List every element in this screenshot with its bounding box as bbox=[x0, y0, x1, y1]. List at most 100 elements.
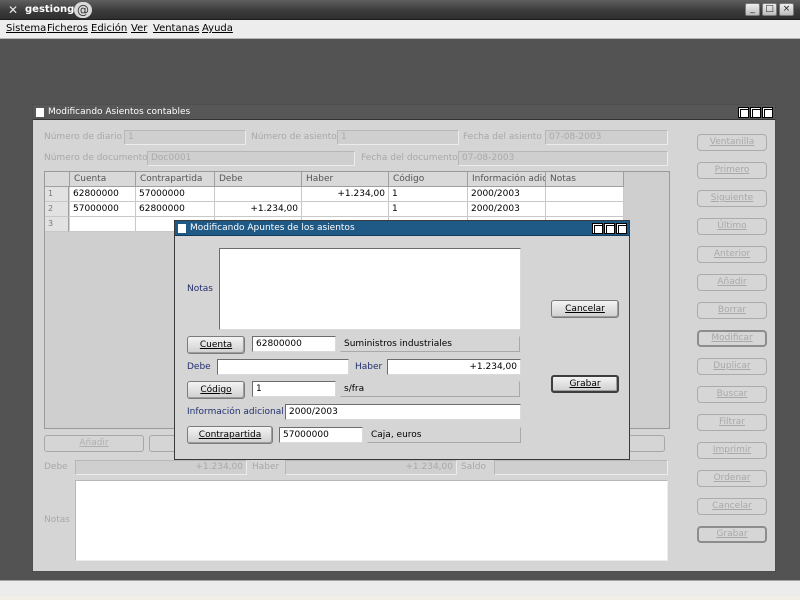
table-cell[interactable] bbox=[302, 202, 389, 217]
table-cell[interactable]: 57000000 bbox=[70, 202, 136, 217]
table-cell[interactable] bbox=[70, 217, 136, 232]
maximize-button[interactable] bbox=[604, 223, 615, 234]
menu-sistema[interactable]: Sistema bbox=[6, 23, 46, 34]
close-button[interactable] bbox=[762, 107, 773, 118]
window-icon bbox=[178, 224, 186, 233]
table-cell[interactable]: 1 bbox=[389, 187, 468, 202]
ultimo-button[interactable]: Último bbox=[697, 218, 767, 235]
haber-field[interactable]: +1.234,00 bbox=[387, 359, 521, 375]
table-cell[interactable] bbox=[546, 202, 624, 217]
buscar-button[interactable]: Buscar bbox=[697, 386, 767, 403]
table-cell[interactable]: 62800000 bbox=[70, 187, 136, 202]
app-title: gestiong bbox=[25, 4, 75, 15]
column-header[interactable]: Debe bbox=[215, 172, 302, 187]
table-cell[interactable]: +1.234,00 bbox=[302, 187, 389, 202]
numero-documento-label: Número de documento bbox=[44, 153, 148, 163]
column-header[interactable]: Haber bbox=[302, 172, 389, 187]
fecha-asiento-field[interactable]: 07-08-2003 bbox=[545, 130, 668, 145]
menu-ventanas[interactable]: Ventanas bbox=[153, 23, 199, 34]
table-cell[interactable]: 2000/2003 bbox=[468, 187, 546, 202]
notas-textarea[interactable] bbox=[219, 248, 521, 330]
cuenta-button-label: Cuenta bbox=[199, 340, 233, 350]
apuntes-title: Modificando Apuntes de los asientos bbox=[190, 223, 355, 233]
anadir-button[interactable]: Añadir bbox=[697, 274, 767, 291]
grabar-button[interactable]: Grabar bbox=[551, 375, 619, 393]
cuenta-field[interactable]: 62800000 bbox=[252, 336, 336, 352]
menu-ficheros[interactable]: Ficheros bbox=[47, 23, 88, 34]
column-header[interactable]: Información adici bbox=[468, 172, 546, 187]
codigo-field[interactable]: 1 bbox=[252, 381, 336, 397]
table-cell[interactable]: 62800000 bbox=[136, 202, 215, 217]
siguiente-button[interactable]: Siguiente bbox=[697, 190, 767, 207]
minimize-button[interactable]: _ bbox=[745, 3, 760, 16]
fecha-documento-field[interactable]: 07-08-2003 bbox=[458, 151, 668, 166]
debe-field[interactable] bbox=[217, 359, 349, 375]
table-cell[interactable]: 57000000 bbox=[136, 187, 215, 202]
cancelar-button[interactable]: Cancelar bbox=[697, 498, 767, 515]
table-cell[interactable] bbox=[546, 187, 624, 202]
codigo-button[interactable]: Código bbox=[187, 381, 245, 399]
column-header[interactable]: Notas bbox=[546, 172, 624, 187]
saldo-label: Saldo bbox=[461, 462, 486, 472]
informacion-adicional-field[interactable]: 2000/2003 bbox=[285, 404, 521, 420]
grabar-button-label: Grabar bbox=[569, 379, 601, 389]
anadir-linea-button[interactable]: Añadir bbox=[44, 435, 144, 452]
imprimir-button[interactable]: Imprimir bbox=[697, 442, 767, 459]
table-corner bbox=[45, 172, 70, 187]
modificar-button[interactable]: Modificar bbox=[697, 330, 767, 347]
contrapartida-description: Caja, euros bbox=[367, 427, 521, 443]
maximize-button[interactable]: □ bbox=[762, 3, 777, 16]
apuntes-title-bar[interactable]: Modificando Apuntes de los asientos bbox=[175, 221, 629, 236]
primero-button[interactable]: Primero bbox=[697, 162, 767, 179]
cuenta-button[interactable]: Cuenta bbox=[187, 336, 245, 354]
row-number[interactable]: 1 bbox=[45, 187, 69, 202]
menu-ver[interactable]: Ver bbox=[131, 23, 147, 34]
x-icon[interactable]: ✕ bbox=[6, 3, 20, 17]
duplicar-button[interactable]: Duplicar bbox=[697, 358, 767, 375]
minimize-button[interactable] bbox=[738, 107, 749, 118]
saldo-field bbox=[494, 460, 668, 475]
table-cell[interactable] bbox=[215, 187, 302, 202]
numero-asiento-field[interactable]: 1 bbox=[337, 130, 459, 145]
column-header[interactable]: Contrapartida bbox=[136, 172, 215, 187]
total-debe-label: Debe bbox=[44, 462, 68, 472]
menu-ayuda[interactable]: Ayuda bbox=[202, 23, 233, 34]
contrapartida-field[interactable]: 57000000 bbox=[279, 427, 363, 443]
contrapartida-button-label: Contrapartida bbox=[198, 430, 262, 440]
menu-bar: Sistema Ficheros Edición Ver Ventanas Ay… bbox=[0, 20, 800, 39]
row-number[interactable]: 3 bbox=[45, 217, 69, 232]
contrapartida-button[interactable]: Contrapartida bbox=[187, 426, 273, 444]
notas-textarea[interactable] bbox=[75, 480, 668, 561]
haber-label: Haber bbox=[355, 362, 383, 372]
grid-button-right[interactable] bbox=[628, 435, 665, 452]
asientos-title-bar[interactable]: Modificando Asientos contables bbox=[33, 105, 775, 120]
row-number[interactable]: 2 bbox=[45, 202, 69, 217]
numero-diario-field[interactable]: 1 bbox=[124, 130, 246, 145]
column-header[interactable]: Cuenta bbox=[70, 172, 136, 187]
numero-documento-field[interactable]: Doc0001 bbox=[147, 151, 355, 166]
table-cell[interactable]: +1.234,00 bbox=[215, 202, 302, 217]
close-button[interactable] bbox=[616, 223, 627, 234]
swirl-icon[interactable]: @ bbox=[74, 2, 92, 18]
table-cell[interactable]: 2000/2003 bbox=[468, 202, 546, 217]
minimize-button[interactable] bbox=[592, 223, 603, 234]
title-bar: ✕ gestiong @ _ □ × bbox=[0, 0, 800, 20]
ventanilla-button[interactable]: Ventanilla bbox=[697, 134, 767, 151]
window-icon bbox=[36, 108, 44, 117]
anterior-button[interactable]: Anterior bbox=[697, 246, 767, 263]
cancelar-button[interactable]: Cancelar bbox=[551, 300, 619, 318]
asientos-title: Modificando Asientos contables bbox=[48, 107, 191, 117]
borrar-button[interactable]: Borrar bbox=[697, 302, 767, 319]
informacion-adicional-label: Información adicional bbox=[187, 407, 284, 417]
menu-edicion[interactable]: Edición bbox=[91, 23, 127, 34]
debe-label: Debe bbox=[187, 362, 211, 372]
filtrar-button[interactable]: Filtrar bbox=[697, 414, 767, 431]
ordenar-button[interactable]: Ordenar bbox=[697, 470, 767, 487]
maximize-button[interactable] bbox=[750, 107, 761, 118]
column-header[interactable]: Código bbox=[389, 172, 468, 187]
fecha-asiento-label: Fecha del asiento bbox=[463, 132, 542, 142]
grabar-button[interactable]: Grabar bbox=[697, 526, 767, 543]
table-cell[interactable]: 1 bbox=[389, 202, 468, 217]
apuntes-dialog: Modificando Apuntes de los asientos Nota… bbox=[174, 220, 630, 460]
close-button[interactable]: × bbox=[779, 3, 794, 16]
